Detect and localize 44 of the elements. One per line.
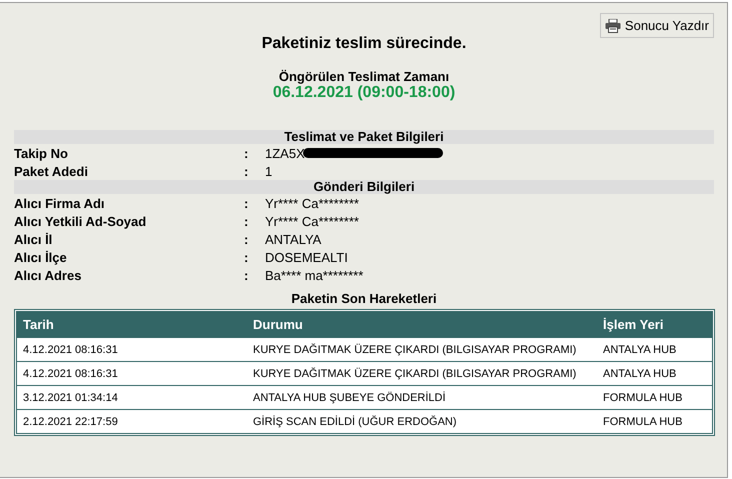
field-value: DOSEMEALTI: [265, 250, 348, 264]
table-cell: FORMULA HUB: [597, 409, 712, 433]
headline: Paketiniz teslim sürecinde.: [260, 35, 468, 54]
table-cell: 4.12.2021 08:16:31: [17, 361, 247, 385]
field-label: Alıcı Yetkili Ad-Soyad: [14, 214, 148, 228]
table-cell: KURYE DAĞITMAK ÜZERE ÇIKARDI (BILGISAYAR PROGRAMI): [247, 361, 597, 385]
table-cell: ANTALYA HUB: [597, 337, 712, 361]
table-title: Paketin Son Hareketleri: [290, 291, 438, 308]
colon: :: [244, 232, 250, 246]
field-value: 1ZA5X: [265, 146, 305, 160]
field-label: Alıcı Firma Adı: [14, 196, 106, 210]
field-label: Alıcı Adres: [14, 268, 82, 282]
table-cell: KURYE DAĞITMAK ÜZERE ÇIKARDI (BILGISAYAR PROGRAMI): [247, 337, 597, 361]
colon: :: [244, 250, 250, 264]
table-cell: 4.12.2021 08:16:31: [17, 337, 247, 361]
table-cell: GİRİŞ SCAN EDİLDİ (UĞUR ERDOĞAN): [247, 409, 597, 433]
table-cell: FORMULA HUB: [597, 385, 712, 409]
colon: :: [244, 268, 250, 282]
colon: :: [244, 164, 250, 178]
colon: :: [244, 196, 250, 210]
field-label: Paket Adedi: [14, 164, 89, 178]
column-header: Tarih: [17, 312, 247, 337]
estimate-value: 06.12.2021 (09:00-18:00): [272, 84, 456, 102]
colon: :: [244, 214, 250, 228]
field-label: Alıcı İl: [14, 232, 54, 246]
field-value: Yr**** Ca********: [265, 214, 359, 228]
field-value: Yr**** Ca********: [265, 196, 359, 210]
column-header: Durumu: [247, 312, 597, 337]
section-header: Gönderi Bilgileri: [14, 180, 714, 194]
estimate-label: Öngörülen Teslimat Zamanı: [278, 69, 450, 84]
colon: :: [244, 146, 250, 160]
field-value: 1: [265, 164, 272, 178]
printer-icon: [604, 18, 621, 32]
table-cell: 2.12.2021 22:17:59: [17, 409, 247, 433]
print-button[interactable]: Sonucu Yazdır: [600, 13, 714, 38]
section-header: Teslimat ve Paket Bilgileri: [14, 130, 714, 144]
field-label: Takip No: [14, 146, 69, 160]
field-value: ANTALYA: [265, 232, 322, 246]
field-label: Alıcı İlçe: [14, 250, 68, 264]
column-header: İşlem Yeri: [597, 312, 712, 337]
table-cell: 3.12.2021 01:34:14: [17, 385, 247, 409]
field-value: Ba**** ma********: [265, 268, 364, 282]
table-cell: ANTALYA HUB ŞUBEYE GÖNDERİLDİ: [247, 385, 597, 409]
table-cell: ANTALYA HUB: [597, 361, 712, 385]
